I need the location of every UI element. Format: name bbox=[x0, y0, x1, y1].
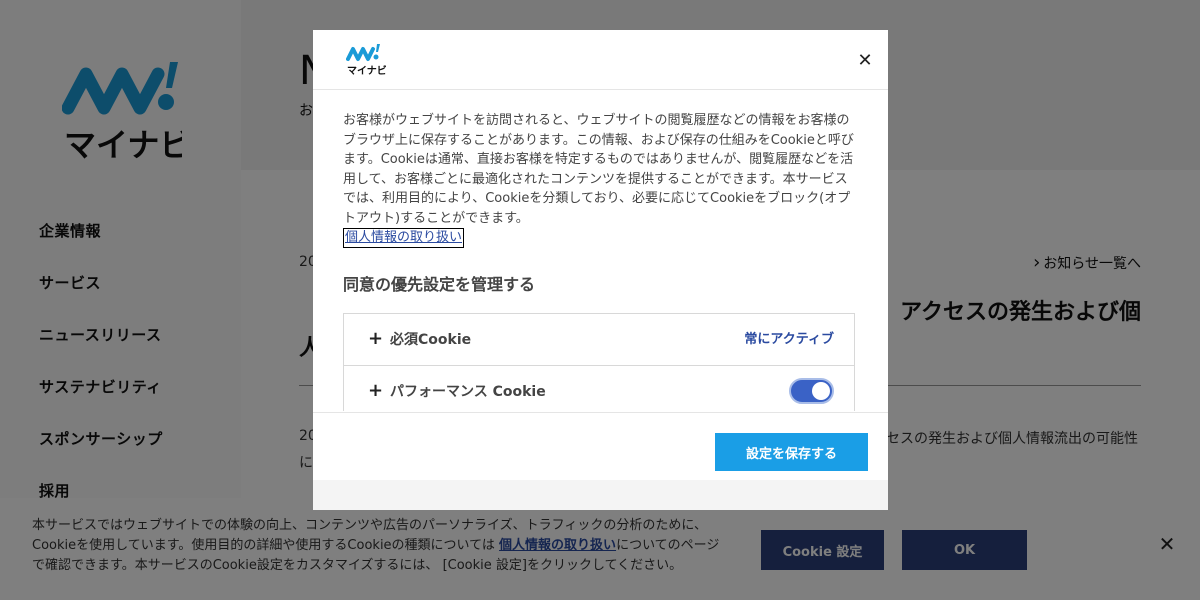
save-settings-button[interactable]: 設定を保存する bbox=[715, 433, 868, 471]
cookie-category-list: + 必須Cookie 常にアクティブ + パフォーマンス Cookie bbox=[343, 313, 855, 411]
always-active-label: 常にアクティブ bbox=[744, 332, 834, 347]
cookie-description: お客様がウェブサイトを訪問されると、ウェブサイトの閲覧履歴などの情報をお客様のブ… bbox=[343, 113, 854, 226]
performance-toggle[interactable] bbox=[789, 378, 834, 404]
category-performance[interactable]: + パフォーマンス Cookie bbox=[344, 366, 854, 411]
category-label: 必須Cookie bbox=[390, 332, 472, 348]
cookie-preferences-modal: マイナビ ✕ お客様がウェブサイトを訪問されると、ウェブサイトの閲覧履歴などの情… bbox=[313, 30, 888, 510]
privacy-policy-link[interactable]: 個人情報の取り扱い bbox=[343, 228, 465, 248]
mynavi-logo-small: マイナビ bbox=[346, 43, 387, 77]
plus-icon: + bbox=[368, 380, 384, 401]
modal-logo-text: マイナビ bbox=[347, 64, 386, 77]
category-label: パフォーマンス Cookie bbox=[390, 384, 546, 400]
modal-body[interactable]: お客様がウェブサイトを訪問されると、ウェブサイトの閲覧履歴などの情報をお客様のブ… bbox=[313, 91, 888, 411]
plus-icon: + bbox=[368, 328, 384, 349]
toggle-knob bbox=[812, 382, 830, 400]
category-necessary[interactable]: + 必須Cookie 常にアクティブ bbox=[344, 314, 854, 366]
modal-bottom-strip bbox=[313, 480, 888, 510]
preferences-title: 同意の優先設定を管理する bbox=[343, 275, 536, 294]
modal-header: マイナビ ✕ bbox=[313, 30, 888, 90]
close-icon[interactable]: ✕ bbox=[856, 52, 874, 70]
modal-footer: 設定を保存する bbox=[313, 412, 888, 480]
banner-shade bbox=[0, 498, 1200, 600]
